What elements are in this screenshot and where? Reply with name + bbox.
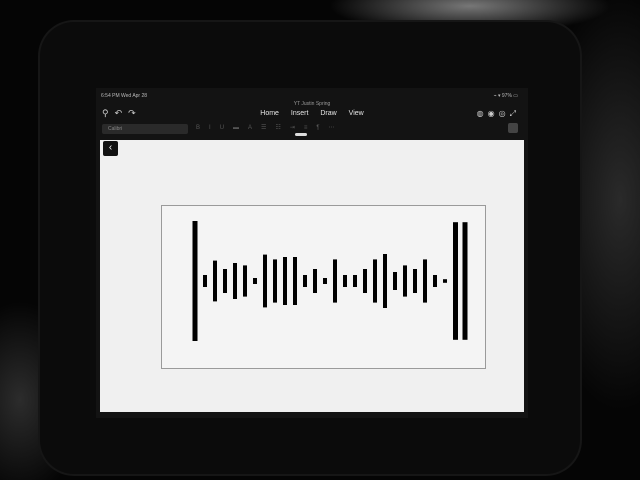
highlight-icon[interactable]: ▬ (233, 125, 248, 131)
share-icon[interactable]: ◍ (477, 109, 488, 118)
waveform-bar (283, 257, 287, 305)
align-icon[interactable]: ≡ (304, 125, 317, 131)
status-time: 6:54 PM Wed Apr 28 (101, 93, 148, 99)
waveform-bar (253, 278, 257, 284)
waveform-bar (223, 269, 227, 293)
waveform-bar (303, 275, 307, 287)
waveform-bar (462, 222, 468, 340)
waveform-bar (363, 269, 367, 293)
format-icons: BIU▬A☰☷⇥≡¶⋯ (196, 124, 344, 131)
format-bar: Calibri BIU▬A☰☷⇥≡¶⋯ (96, 123, 528, 135)
waveform-bar (313, 269, 317, 293)
status-indicators: ⌁ ▾ 97% ▭ (493, 93, 518, 99)
back-button[interactable]: ‹ (103, 141, 118, 156)
waveform-bar (323, 278, 327, 284)
toolbar-right-icons: ◍◉◎⤢ (477, 109, 520, 119)
waveform-bar (393, 272, 397, 290)
italic-icon[interactable]: I (209, 125, 220, 131)
tab-draw[interactable]: Draw (320, 110, 336, 117)
waveform-bar (233, 263, 237, 299)
font-selector[interactable]: Calibri (102, 124, 188, 134)
tab-home[interactable]: Home (260, 110, 279, 117)
numbering-icon[interactable]: ☷ (275, 125, 289, 131)
inserted-waveform-image[interactable] (161, 205, 486, 369)
drag-handle[interactable] (295, 133, 307, 136)
bold-icon[interactable]: B (196, 125, 209, 131)
bullets-icon[interactable]: ☰ (261, 125, 275, 131)
status-bar: 6:54 PM Wed Apr 28 ⌁ ▾ 97% ▭ (96, 91, 528, 101)
expand-icon[interactable]: ⤢ (510, 109, 520, 119)
waveform-bar (373, 259, 377, 303)
tablet-screen: 6:54 PM Wed Apr 28 ⌁ ▾ 97% ▭ YT Justin S… (96, 88, 528, 418)
document-page[interactable]: ‹ (100, 140, 524, 412)
waveform-bar (263, 254, 267, 308)
underline-icon[interactable]: U (220, 125, 233, 131)
waveform-bar (293, 257, 297, 305)
waveform-bar (443, 279, 447, 283)
styles-icon[interactable]: ¶ (316, 125, 328, 131)
tab-insert[interactable]: Insert (291, 110, 309, 117)
chevron-left-icon: ‹ (108, 142, 113, 153)
waveform-bar (343, 275, 347, 287)
tab-view[interactable]: View (349, 110, 364, 117)
indent-icon[interactable]: ⇥ (290, 125, 304, 131)
waveform-bar (433, 275, 437, 287)
format-options-icon[interactable] (508, 123, 518, 133)
waveform-bar (453, 222, 458, 340)
audio-waveform (192, 221, 468, 341)
waveform-bar (243, 265, 247, 297)
menu-tabs: Home Insert Draw View (96, 110, 528, 117)
more-icon[interactable]: ⋯ (329, 125, 344, 131)
font-color-icon[interactable]: A (248, 125, 261, 131)
app-toolbar: ⚲↶↷ Home Insert Draw View ◍◉◎⤢ (96, 108, 528, 122)
waveform-bar (192, 221, 198, 341)
profile-icon[interactable]: ◉ (488, 109, 499, 118)
document-title: YT Justin Spring (293, 101, 331, 107)
waveform-bar (423, 259, 427, 303)
waveform-bar (333, 259, 337, 303)
waveform-bar (413, 269, 417, 293)
layers-icon[interactable]: ◎ (499, 109, 510, 118)
waveform-bar (203, 275, 207, 287)
waveform-bar (213, 260, 217, 302)
waveform-bar (403, 265, 407, 297)
waveform-bar (383, 254, 387, 308)
waveform-bar (273, 259, 277, 303)
waveform-bar (353, 275, 357, 287)
